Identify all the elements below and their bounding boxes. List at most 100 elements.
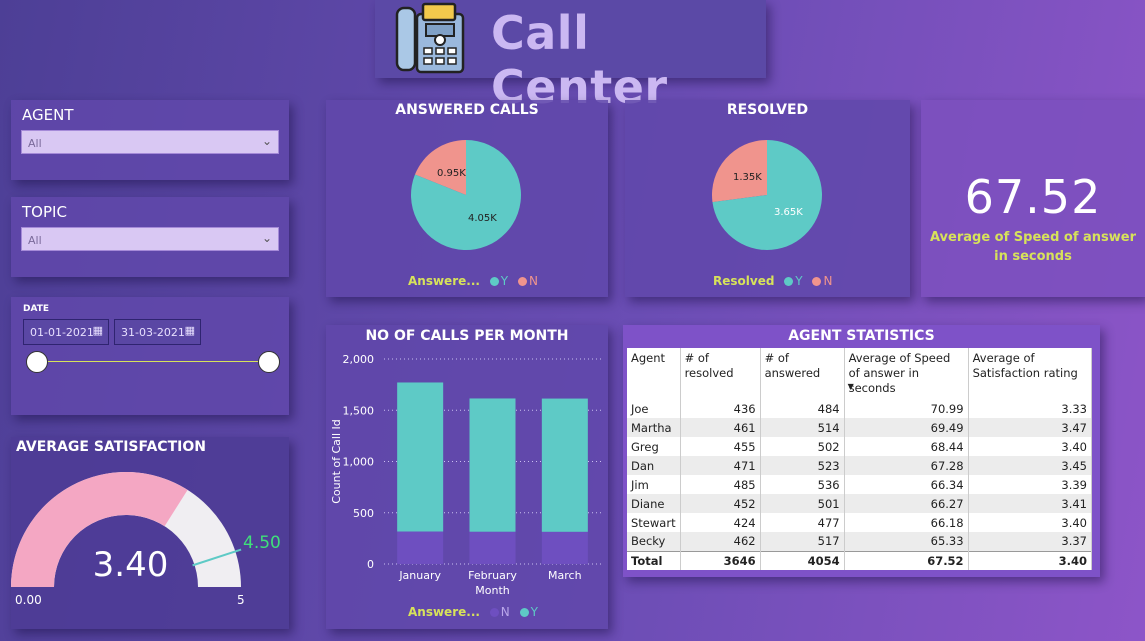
legend-dot-n — [489, 608, 499, 617]
table-row: Martha 461 514 69.49 3.47 — [627, 418, 1093, 437]
bar-segment-y[interactable] — [541, 398, 588, 532]
cell: 3.33 — [968, 399, 1093, 418]
agent-statistics-table-wrap: Agent # of resolved # of answered Averag… — [627, 348, 1093, 570]
cell: 70.99 — [844, 399, 969, 418]
y-tick-label: 2,000 — [343, 353, 375, 366]
legend-dot-y — [489, 277, 499, 286]
cell: Becky — [627, 532, 681, 551]
column-header-satisfaction[interactable]: Average of Satisfaction rating — [968, 348, 1093, 399]
cell: 3.40 — [968, 437, 1093, 456]
cell: 436 — [680, 399, 761, 418]
legend-dot-y — [784, 277, 794, 286]
title-banner: Call Center — [375, 0, 766, 114]
bar-segment-n[interactable] — [541, 531, 588, 564]
cell: 3.37 — [968, 532, 1093, 551]
cell: 484 — [760, 399, 845, 418]
bar-segment-y[interactable] — [469, 398, 516, 532]
end-date-input[interactable]: 31-03-2021 ▦ — [114, 319, 201, 345]
column-header-speed[interactable]: Average of Speed of answer in seconds ▼ — [844, 348, 969, 399]
legend-title: Resolved — [713, 274, 775, 288]
cell: Stewart — [627, 513, 681, 532]
legend-title: Answere... — [408, 605, 480, 619]
cell: 502 — [760, 437, 845, 456]
cell: Joe — [627, 399, 681, 418]
topic-slicer: TOPIC All ⌄ — [11, 197, 289, 277]
agent-statistics-card: AGENT STATISTICS Agent # of resolved # o… — [623, 325, 1100, 577]
cell: 471 — [680, 456, 761, 475]
table-row: Joe 436 484 70.99 3.33 — [627, 399, 1093, 418]
column-header-answered[interactable]: # of answered — [760, 348, 845, 399]
end-date-value: 31-03-2021 — [121, 326, 185, 339]
cell: 424 — [680, 513, 761, 532]
calendar-icon[interactable]: ▦ — [185, 324, 195, 337]
cell: 3.39 — [968, 475, 1093, 494]
gauge-max-label: 5 — [237, 593, 245, 607]
bar-segment-n[interactable] — [397, 531, 444, 564]
calls-per-month-card: NO OF CALLS PER MONTH 0 500 1,000 1,500 2,00… — [326, 325, 608, 629]
y-tick-label: 1,000 — [343, 456, 375, 469]
app-title: Call Center — [491, 6, 668, 114]
table-row: Becky 462 517 65.33 3.37 — [627, 532, 1093, 551]
cell: 517 — [760, 532, 845, 551]
start-date-value: 01-01-2021 — [30, 326, 94, 339]
column-header-resolved[interactable]: # of resolved — [680, 348, 761, 399]
cell: 501 — [760, 494, 845, 513]
cell: 3.41 — [968, 494, 1093, 513]
legend-label-y: Y — [500, 274, 509, 288]
resolved-title: RESOLVED — [726, 102, 809, 118]
speed-kpi-card: 67.52 Average of Speed of answer in seco… — [921, 100, 1145, 297]
cell: 3.45 — [968, 456, 1093, 475]
speed-kpi-label-line2: in seconds — [994, 249, 1072, 264]
topic-dropdown[interactable]: All ⌄ — [21, 227, 279, 251]
legend-dot-n — [812, 277, 822, 286]
cell: 66.18 — [844, 513, 969, 532]
cell: Jim — [627, 475, 681, 494]
resolved-pie-chart — [712, 140, 822, 250]
cell: 523 — [760, 456, 845, 475]
table-total-row: Total 3646 4054 67.52 3.40 — [627, 550, 1093, 570]
end-slider-handle[interactable] — [258, 351, 280, 373]
start-slider-handle[interactable] — [26, 351, 48, 373]
cell: 67.52 — [844, 550, 969, 570]
cell: 514 — [760, 418, 845, 437]
calls-per-month-chart: 0 500 1,000 1,500 2,000 January February March M… — [330, 353, 601, 597]
satisfaction-target: 4.50 — [243, 533, 281, 553]
pie-label-n: 0.95K — [437, 168, 466, 179]
speed-kpi-value: 67.52 — [964, 170, 1102, 224]
calendar-icon[interactable]: ▦ — [93, 324, 103, 337]
table-row: Diane 452 501 66.27 3.41 — [627, 494, 1093, 513]
pie-label-n: 1.35K — [733, 172, 762, 183]
agent-slicer-label: AGENT — [22, 106, 74, 124]
satisfaction-value: 3.40 — [92, 545, 169, 585]
pie-label-y: 3.65K — [774, 207, 803, 218]
topic-slicer-label: TOPIC — [22, 203, 67, 221]
bar-segment-n[interactable] — [469, 531, 516, 564]
monthly-legend: Answere... N Y — [408, 605, 538, 619]
y-tick-label: 1,500 — [343, 404, 375, 417]
start-date-input[interactable]: 01-01-2021 ▦ — [23, 319, 109, 345]
legend-title: Answere... — [408, 274, 480, 288]
agent-dropdown[interactable]: All ⌄ — [21, 130, 279, 154]
date-slicer-label: DATE — [23, 304, 50, 314]
chevron-down-icon: ⌄ — [261, 134, 272, 148]
legend-label-n: N — [528, 274, 538, 288]
cell: 3.40 — [968, 550, 1093, 570]
column-header-agent[interactable]: Agent — [627, 348, 681, 399]
pie-label-y: 4.05K — [468, 213, 497, 224]
y-axis-title: Count of Call Id — [330, 419, 343, 504]
cell: 66.34 — [844, 475, 969, 494]
cell: Diane — [627, 494, 681, 513]
date-range-track[interactable] — [37, 361, 269, 362]
resolved-card: RESOLVED 1.35K 3.65K Resolved Y N — [625, 100, 910, 297]
gauge-min-label: 0.00 — [15, 593, 42, 607]
table-header-row: Agent # of resolved # of answered Averag… — [627, 348, 1093, 399]
cell: Dan — [627, 456, 681, 475]
bar-segment-y[interactable] — [397, 382, 444, 532]
cell: 536 — [760, 475, 845, 494]
answered-legend: Answere... Y N — [408, 274, 538, 288]
cell: 455 — [680, 437, 761, 456]
agent-dropdown-value: All — [28, 137, 42, 150]
legend-label-n: N — [823, 274, 833, 288]
topic-dropdown-value: All — [28, 234, 42, 247]
x-tick-label: February — [468, 569, 517, 582]
